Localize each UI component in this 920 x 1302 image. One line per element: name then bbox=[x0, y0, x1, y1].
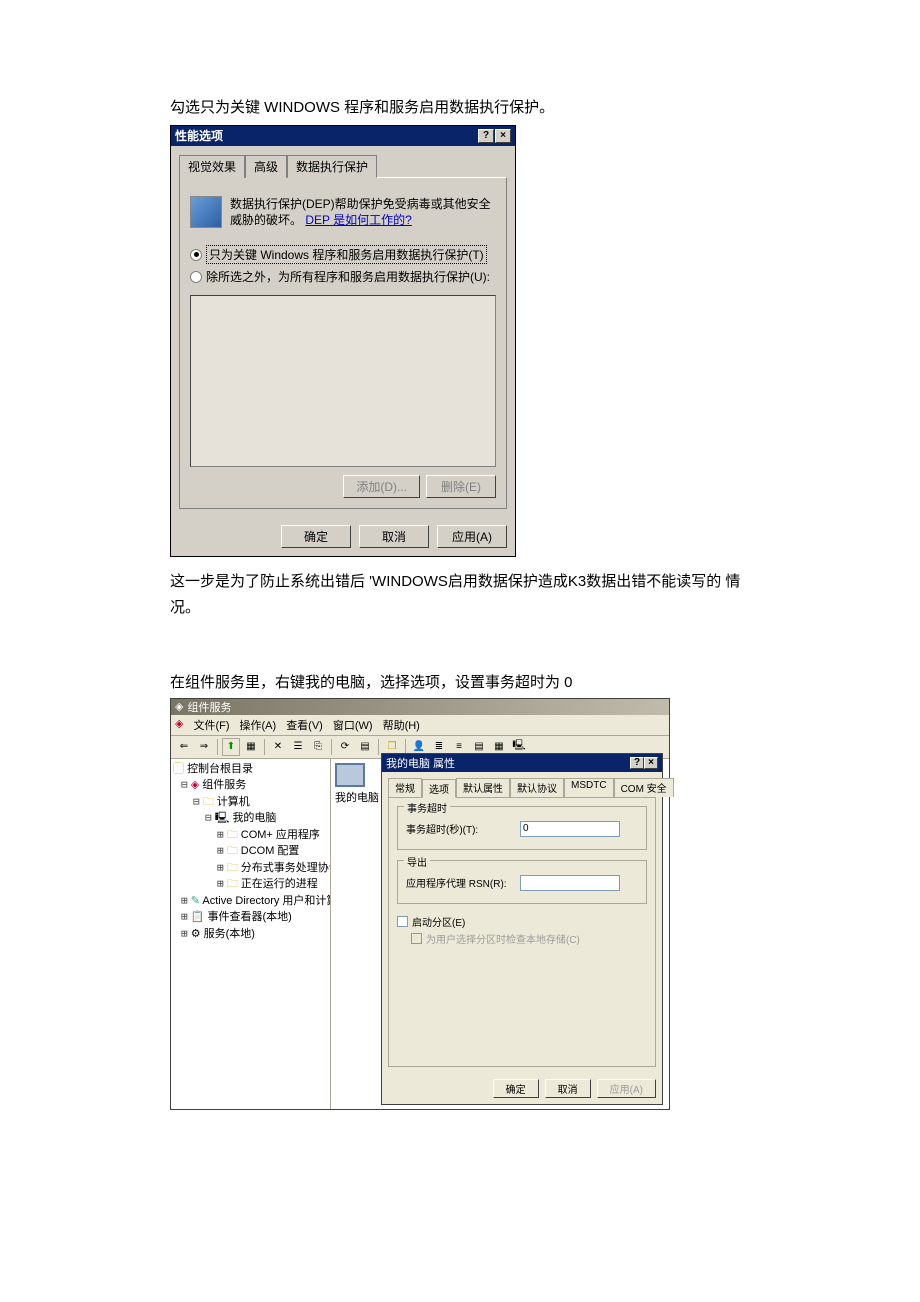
cancel-button[interactable]: 取消 bbox=[359, 525, 429, 548]
tab-general[interactable]: 常规 bbox=[388, 778, 422, 797]
computer-item-icon[interactable] bbox=[335, 763, 365, 787]
dialog-title: 性能选项 bbox=[175, 127, 478, 144]
dep-help-link[interactable]: DEP 是如何工作的? bbox=[305, 213, 411, 227]
export-icon[interactable]: ▤ bbox=[356, 738, 374, 756]
tab-visual-effects[interactable]: 视觉效果 bbox=[179, 155, 245, 178]
options-panel: 事务超时 事务超时(秒)(T): 导出 应用程序代理 RSN(R): 启动分区 bbox=[388, 797, 656, 1067]
menu-file[interactable]: 文件(F) bbox=[193, 717, 229, 733]
timeout-input[interactable] bbox=[520, 821, 620, 837]
instruction-2: 在组件服务里，右键我的电脑，选择选项，设置事务超时为 0 bbox=[170, 670, 750, 696]
dep-description: 数据执行保护(DEP)帮助保护免受病毒或其他安全威胁的破坏。 DEP 是如何工作… bbox=[230, 196, 496, 230]
tab-com-security[interactable]: COM 安全 bbox=[614, 778, 674, 797]
delete-icon[interactable]: ✕ bbox=[269, 738, 287, 756]
ok-button[interactable]: 确定 bbox=[493, 1079, 539, 1098]
rsn-label: 应用程序代理 RSN(R): bbox=[406, 875, 516, 890]
close-icon[interactable]: × bbox=[644, 757, 658, 769]
titlebar: 性能选项 ? × bbox=[171, 126, 515, 146]
menu-help[interactable]: 帮助(H) bbox=[383, 717, 420, 733]
rsn-input[interactable] bbox=[520, 875, 620, 891]
checkbox-icon bbox=[397, 916, 408, 927]
menubar: ◈ 文件(F) 操作(A) 查看(V) 窗口(W) 帮助(H) bbox=[171, 715, 669, 736]
tab-panel: 数据执行保护(DEP)帮助保护免受病毒或其他安全威胁的破坏。 DEP 是如何工作… bbox=[179, 177, 507, 510]
ok-button[interactable]: 确定 bbox=[281, 525, 351, 548]
help-icon[interactable]: ? bbox=[630, 757, 644, 769]
remove-button: 删除(E) bbox=[426, 475, 496, 498]
close-icon[interactable]: × bbox=[495, 129, 511, 143]
tab-advanced[interactable]: 高级 bbox=[245, 155, 287, 178]
component-services-window: ◈ 组件服务 ◈ 文件(F) 操作(A) 查看(V) 窗口(W) 帮助(H) ⇐… bbox=[170, 698, 670, 1110]
tab-options[interactable]: 选项 bbox=[422, 779, 456, 798]
forward-icon[interactable]: ⇒ bbox=[195, 738, 213, 756]
tab-msdtc[interactable]: MSDTC bbox=[564, 778, 614, 797]
properties-icon[interactable]: ☰ bbox=[289, 738, 307, 756]
radio-icon bbox=[190, 271, 202, 283]
radio-dep-essential[interactable]: 只为关键 Windows 程序和服务启用数据执行保护(T) bbox=[190, 245, 496, 264]
apply-button: 应用(A) bbox=[597, 1079, 656, 1098]
refresh-icon[interactable]: ⟳ bbox=[336, 738, 354, 756]
mycomputer-properties-dialog: 我的电脑 属性 ? × 常规 选项 默认属性 默认协议 MSDTC COM 安全… bbox=[381, 753, 663, 1105]
shield-icon bbox=[190, 196, 222, 228]
exclusion-listbox bbox=[190, 295, 496, 467]
add-button: 添加(D)... bbox=[343, 475, 420, 498]
apply-button[interactable]: 应用(A) bbox=[437, 525, 507, 548]
help-icon[interactable]: ? bbox=[478, 129, 494, 143]
tab-dep[interactable]: 数据执行保护 bbox=[287, 155, 377, 178]
checkbox-icon bbox=[411, 933, 422, 944]
computer-item-label: 我的电脑 bbox=[335, 789, 379, 805]
performance-options-dialog: 性能选项 ? × 视觉效果 高级 数据执行保护 数据执行保护(DEP)帮助保护免… bbox=[170, 125, 516, 558]
tabs: 视觉效果 高级 数据执行保护 bbox=[171, 146, 515, 177]
menu-action[interactable]: 操作(A) bbox=[240, 717, 277, 733]
explanation-1: 这一步是为了防止系统出错后 'WINDOWS启用数据保护造成K3数据出错不能读写… bbox=[170, 569, 750, 620]
back-icon[interactable]: ⇐ bbox=[175, 738, 193, 756]
cs-title: 组件服务 bbox=[187, 699, 231, 715]
copy-icon[interactable]: ⎘ bbox=[309, 738, 327, 756]
menu-view[interactable]: 查看(V) bbox=[286, 717, 323, 733]
tab-default-proto[interactable]: 默认协议 bbox=[510, 778, 564, 797]
tab-default-props[interactable]: 默认属性 bbox=[456, 778, 510, 797]
radio-dep-all[interactable]: 除所选之外，为所有程序和服务启用数据执行保护(U): bbox=[190, 268, 496, 285]
timeout-group: 事务超时 事务超时(秒)(T): bbox=[397, 806, 647, 850]
dlg2-titlebar: 我的电脑 属性 ? × bbox=[382, 754, 662, 772]
radio-icon bbox=[190, 249, 202, 261]
tree-view[interactable]: ▢ 控制台根目录 ⊟ ◈ 组件服务 ⊟ 🗀 计算机 ⊟ 🖳 我的电脑 ⊞ 🗀 C… bbox=[171, 759, 331, 1109]
up-icon[interactable]: ⬆ bbox=[222, 738, 240, 756]
boot-partition-checkbox[interactable]: 启动分区(E) bbox=[397, 914, 647, 929]
menu-window[interactable]: 窗口(W) bbox=[333, 717, 373, 733]
folder-icon[interactable]: ▦ bbox=[242, 738, 260, 756]
check-local-storage-checkbox: 为用户选择分区时检查本地存储(C) bbox=[397, 931, 647, 946]
instruction-1: 勾选只为关键 WINDOWS 程序和服务启用数据执行保护。 bbox=[170, 95, 750, 121]
export-group: 导出 应用程序代理 RSN(R): bbox=[397, 860, 647, 904]
cs-titlebar: ◈ 组件服务 bbox=[171, 699, 669, 715]
timeout-label: 事务超时(秒)(T): bbox=[406, 821, 516, 836]
cancel-button[interactable]: 取消 bbox=[545, 1079, 591, 1098]
